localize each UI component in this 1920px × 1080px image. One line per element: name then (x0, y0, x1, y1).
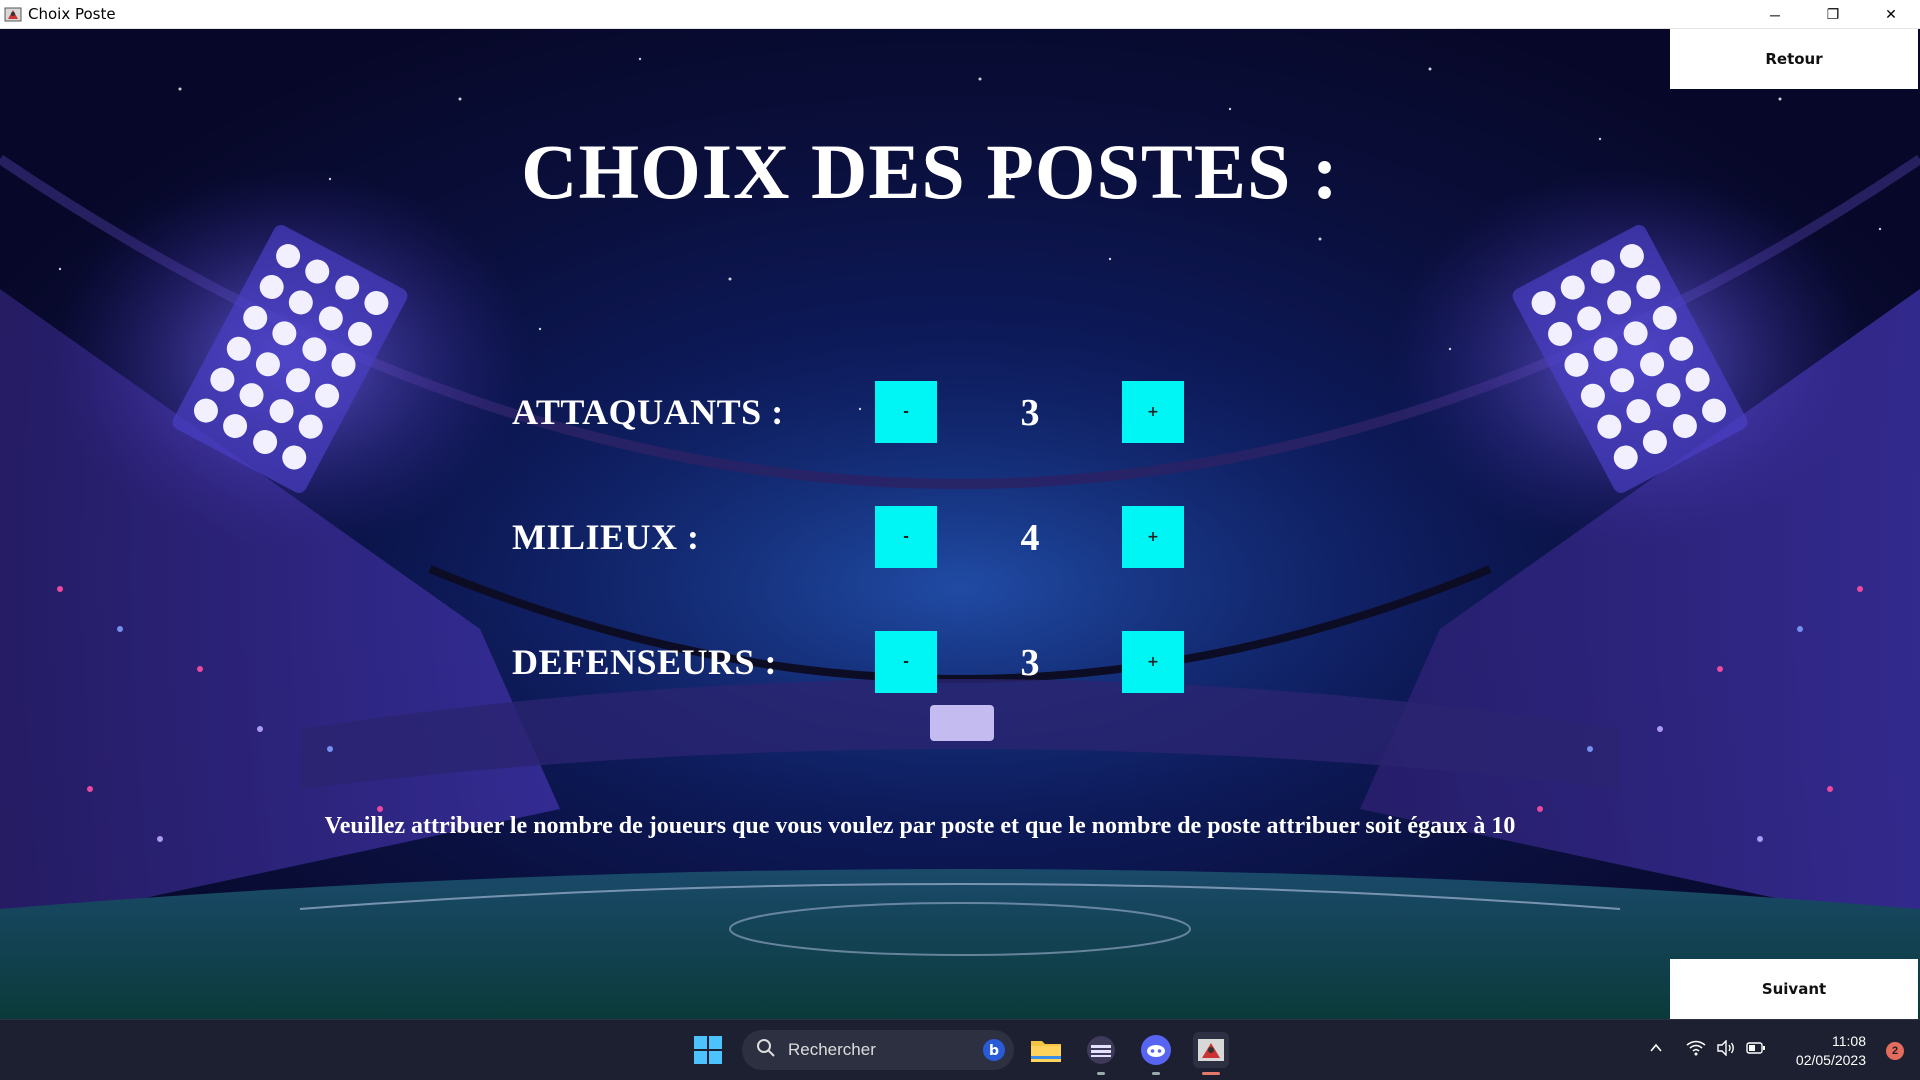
notification-badge[interactable]: 2 (1886, 1042, 1904, 1060)
clock-time: 11:08 (1832, 1033, 1866, 1049)
minimize-button[interactable]: ─ (1746, 0, 1804, 29)
app-logo-icon (4, 5, 22, 23)
bing-icon[interactable]: b (982, 1038, 1006, 1067)
close-button[interactable]: ✕ (1862, 0, 1920, 29)
maximize-button[interactable]: ❐ (1804, 0, 1862, 29)
next-button[interactable]: Suivant (1670, 959, 1918, 1019)
app-icon[interactable] (1083, 1032, 1119, 1068)
app-content: Retour CHOIX DES POSTES : ATTAQUANTS : -… (0, 29, 1920, 1019)
battery-icon[interactable] (1746, 1040, 1766, 1061)
decrement-midfielders-button[interactable]: - (875, 506, 937, 568)
increment-midfielders-button[interactable]: + (1122, 506, 1184, 568)
chevron-up-icon[interactable] (1648, 1040, 1664, 1061)
search-placeholder: Rechercher (788, 1040, 876, 1059)
row-label: DEFENSEURS : (512, 642, 778, 682)
running-indicator (1097, 1072, 1105, 1075)
increment-attackers-button[interactable]: + (1122, 381, 1184, 443)
clock-date: 02/05/2023 (1795, 1052, 1866, 1068)
increment-defenders-button[interactable]: + (1122, 631, 1184, 693)
discord-icon[interactable] (1138, 1032, 1174, 1068)
row-label: MILIEUX : (512, 517, 700, 557)
running-indicator (1152, 1072, 1160, 1075)
volume-icon[interactable] (1716, 1039, 1736, 1061)
instruction-text: Veuillez attribuer le nombre de joueurs … (324, 813, 1516, 839)
defenders-count: 3 (1020, 642, 1040, 684)
svg-text:b: b (989, 1043, 999, 1059)
position-row-attackers: ATTAQUANTS : - 3 + (0, 381, 1920, 443)
search-icon (756, 1038, 776, 1063)
windows-start-icon[interactable] (690, 1032, 726, 1068)
wifi-icon[interactable] (1686, 1040, 1706, 1061)
row-label: ATTAQUANTS : (512, 392, 784, 432)
taskbar-search[interactable]: Rechercher b (742, 1030, 1014, 1070)
position-row-defenders: DEFENSEURS : - 3 + (0, 631, 1920, 693)
window-title: Choix Poste (28, 5, 116, 23)
back-button[interactable]: Retour (1670, 29, 1918, 89)
decrement-defenders-button[interactable]: - (875, 631, 937, 693)
page-title: CHOIX DES POSTES : (521, 128, 1339, 215)
taskbar-clock[interactable]: 11:08 02/05/2023 (1796, 1032, 1866, 1070)
position-row-midfielders: MILIEUX : - 4 + (0, 506, 1920, 568)
decrement-attackers-button[interactable]: - (875, 381, 937, 443)
java-app-icon[interactable] (1193, 1032, 1229, 1068)
attackers-count: 3 (1020, 392, 1040, 434)
taskbar: Rechercher b 11:08 02/05/2023 2 (0, 1019, 1920, 1080)
active-indicator (1202, 1072, 1220, 1075)
window-titlebar: Choix Poste ─ ❐ ✕ (0, 0, 1920, 29)
midfielders-count: 4 (1020, 517, 1040, 559)
file-explorer-icon[interactable] (1028, 1032, 1064, 1068)
